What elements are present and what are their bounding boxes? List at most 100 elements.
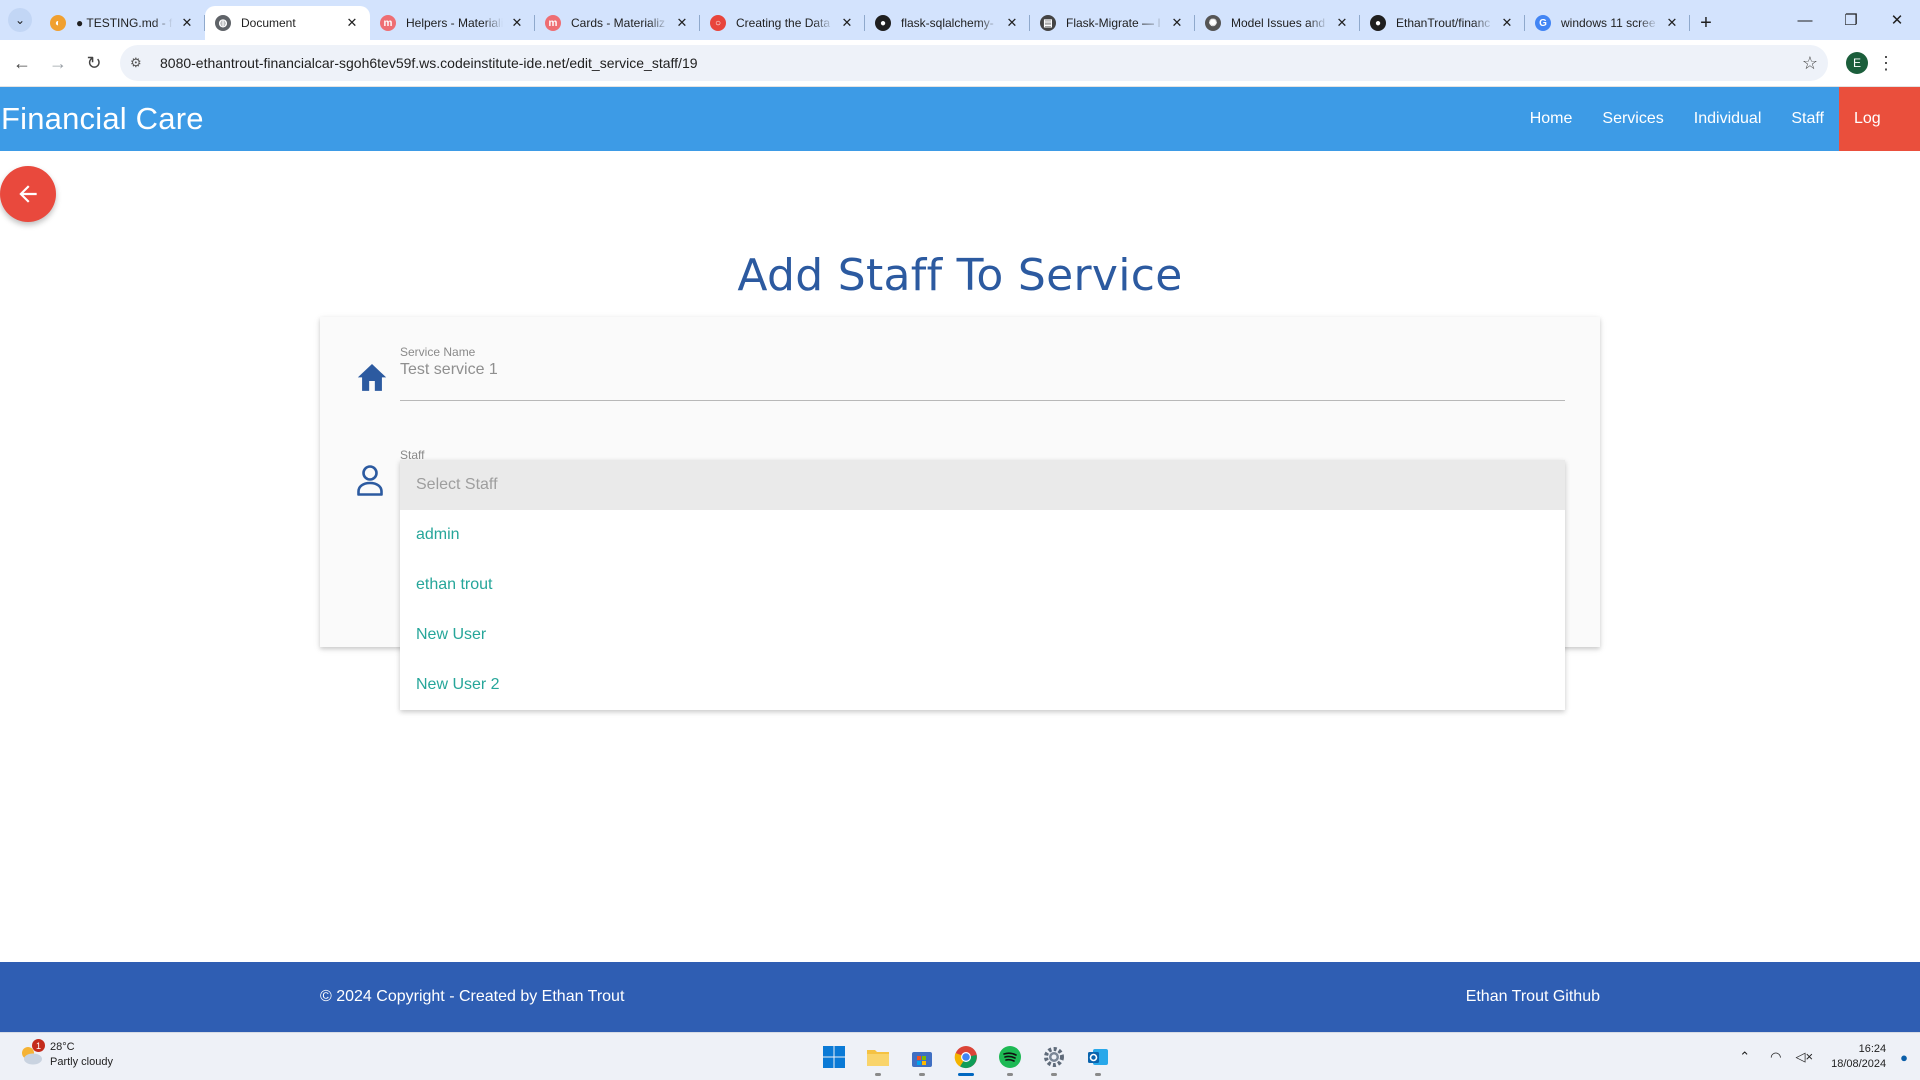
tab-title: ● TESTING.md - fi	[76, 16, 173, 30]
browser-tab-strip: ⌄ ◐ ● TESTING.md - fi ✕ ◍ Document ✕ m Helpers …	[0, 0, 1920, 40]
github-link[interactable]: Ethan Trout Github	[1466, 962, 1600, 1032]
system-tray: ⌃ ◠ ◁× 16:24 18/08/2024 ●	[1725, 1033, 1908, 1080]
staff-select-dropdown[interactable]: Select Staff admin ethan trout New User …	[400, 460, 1565, 710]
browser-tab[interactable]: ✺ Model Issues and ✕	[1195, 6, 1360, 40]
browser-tab[interactable]: ● EthanTrout/financ ✕	[1360, 6, 1525, 40]
site-info-icon[interactable]: ⚙	[130, 55, 152, 71]
weather-desc: Partly cloudy	[50, 1056, 113, 1068]
staff-option[interactable]: New User	[400, 610, 1565, 660]
tab-favicon-icon: m	[545, 15, 561, 31]
profile-avatar[interactable]: E	[1846, 52, 1868, 74]
browser-tab[interactable]: m Helpers - Materiali ✕	[370, 6, 535, 40]
folder-icon	[867, 1050, 889, 1066]
tab-title: Model Issues and	[1231, 16, 1326, 30]
weather-widget[interactable]: 1 28°C Partly cloudy	[18, 1039, 113, 1070]
site-footer: © 2024 Copyright - Created by Ethan Trou…	[0, 962, 1920, 1032]
browser-tab[interactable]: ▤ Flask-Migrate — I ✕	[1030, 6, 1195, 40]
tab-close-icon[interactable]: ✕	[674, 15, 690, 31]
clock-time: 16:24	[1858, 1043, 1887, 1055]
window-controls: — ❐ ✕	[1782, 0, 1920, 40]
staff-option-placeholder[interactable]: Select Staff	[400, 460, 1565, 510]
tab-close-icon[interactable]: ✕	[839, 15, 855, 31]
tab-favicon-icon: ○	[710, 15, 726, 31]
page-title: Add Staff To Service	[737, 250, 1183, 301]
notification-bell-icon[interactable]: ●	[1900, 1050, 1908, 1065]
start-button[interactable]	[812, 1037, 856, 1077]
show-hidden-icons-icon[interactable]: ⌃	[1739, 1049, 1750, 1065]
tab-title: Creating the Data	[736, 16, 831, 30]
weather-badge: 1	[32, 1039, 45, 1052]
address-bar[interactable]: ⚙ 8080-ethantrout-financialcar-sgoh6tev5…	[120, 45, 1828, 81]
bookmark-star-icon[interactable]: ☆	[1802, 53, 1818, 74]
chrome-button[interactable]	[944, 1037, 988, 1077]
site-navbar: Financial Care Home Services Individual …	[0, 87, 1920, 191]
tab-favicon-icon: G	[1535, 15, 1551, 31]
tab-favicon-icon: ●	[1370, 15, 1386, 31]
forward-nav-button[interactable]: →	[40, 45, 76, 81]
tab-favicon-icon: m	[380, 15, 396, 31]
browser-tab[interactable]: ○ Creating the Data ✕	[700, 6, 865, 40]
outlook-icon	[1088, 1049, 1108, 1065]
browser-tab[interactable]: ◐ ● TESTING.md - fi ✕	[40, 6, 205, 40]
file-explorer-button[interactable]	[856, 1037, 900, 1077]
tab-close-icon[interactable]: ✕	[344, 15, 360, 31]
store-bag-icon	[912, 1052, 932, 1067]
tab-title: Document	[241, 16, 296, 30]
tab-close-icon[interactable]: ✕	[1169, 15, 1185, 31]
footer-copyright: © 2024 Copyright - Created by Ethan Trou…	[320, 988, 625, 1005]
browser-tab[interactable]: Gwindows 11 scree ✕	[1525, 6, 1690, 40]
restore-button[interactable]: ❐	[1828, 0, 1874, 40]
tab-close-icon[interactable]: ✕	[1334, 15, 1350, 31]
staff-option[interactable]: New User 2	[400, 660, 1565, 710]
browser-tab[interactable]: ● flask-sqlalchemy- ✕	[865, 6, 1030, 40]
speaker-muted-icon[interactable]: ◁×	[1795, 1049, 1813, 1065]
nav-staff[interactable]: Staff	[1776, 87, 1839, 151]
close-window-button[interactable]: ✕	[1874, 0, 1920, 40]
browser-tab[interactable]: ◍ Document ✕	[205, 6, 370, 40]
new-tab-button[interactable]: +	[1690, 6, 1722, 40]
spotify-button[interactable]	[988, 1037, 1032, 1077]
home-icon	[357, 363, 387, 391]
service-name-underline	[400, 400, 1565, 401]
settings-button[interactable]	[1032, 1037, 1076, 1077]
tab-favicon-icon: ◐	[50, 15, 66, 31]
outlook-button[interactable]	[1076, 1037, 1120, 1077]
person-icon	[357, 465, 383, 496]
logout-button[interactable]: Log out	[1839, 87, 1920, 191]
back-button[interactable]	[0, 166, 56, 222]
spotify-icon	[999, 1046, 1021, 1068]
tab-search-button[interactable]: ⌄	[0, 0, 40, 40]
tab-title: Helpers - Materiali	[406, 16, 503, 30]
staff-option[interactable]: admin	[400, 510, 1565, 560]
tab-close-icon[interactable]: ✕	[1004, 15, 1020, 31]
partly-cloudy-icon: 1	[18, 1039, 45, 1068]
nav-links: Home Services Individual Staff Log out	[1515, 87, 1920, 191]
reload-button[interactable]: ↻	[76, 45, 112, 81]
nav-home[interactable]: Home	[1515, 87, 1588, 151]
tab-title: flask-sqlalchemy-	[901, 16, 994, 30]
clock[interactable]: 16:24 18/08/2024	[1831, 1042, 1886, 1072]
url-text[interactable]: 8080-ethantrout-financialcar-sgoh6tev59f…	[160, 55, 1802, 71]
tab-title: EthanTrout/financ	[1396, 16, 1491, 30]
nav-services[interactable]: Services	[1587, 87, 1678, 151]
chevron-down-icon: ⌄	[8, 8, 32, 32]
windows-taskbar: 1 28°C Partly cloudy ⌃ ◠ ◁× 16:24 18/08/…	[0, 1032, 1920, 1080]
brand-logo[interactable]: Financial Care	[0, 101, 204, 137]
back-nav-button[interactable]: ←	[4, 45, 40, 81]
tab-close-icon[interactable]: ✕	[509, 15, 525, 31]
microsoft-store-button[interactable]	[900, 1037, 944, 1077]
browser-menu-button[interactable]: ⋮	[1868, 53, 1904, 74]
tab-close-icon[interactable]: ✕	[179, 15, 195, 31]
browser-tab[interactable]: m Cards - Materializ ✕	[535, 6, 700, 40]
taskbar-apps	[812, 1037, 1120, 1077]
nav-individual[interactable]: Individual	[1679, 87, 1777, 151]
gear-icon	[1044, 1047, 1064, 1067]
tab-favicon-icon: ●	[875, 15, 891, 31]
tab-close-icon[interactable]: ✕	[1499, 15, 1515, 31]
tab-close-icon[interactable]: ✕	[1664, 15, 1680, 31]
service-name-input[interactable]: Test service 1	[400, 361, 498, 379]
clock-date: 18/08/2024	[1831, 1058, 1887, 1070]
minimize-button[interactable]: —	[1782, 0, 1828, 40]
wifi-icon[interactable]: ◠	[1770, 1049, 1781, 1065]
staff-option[interactable]: ethan trout	[400, 560, 1565, 610]
